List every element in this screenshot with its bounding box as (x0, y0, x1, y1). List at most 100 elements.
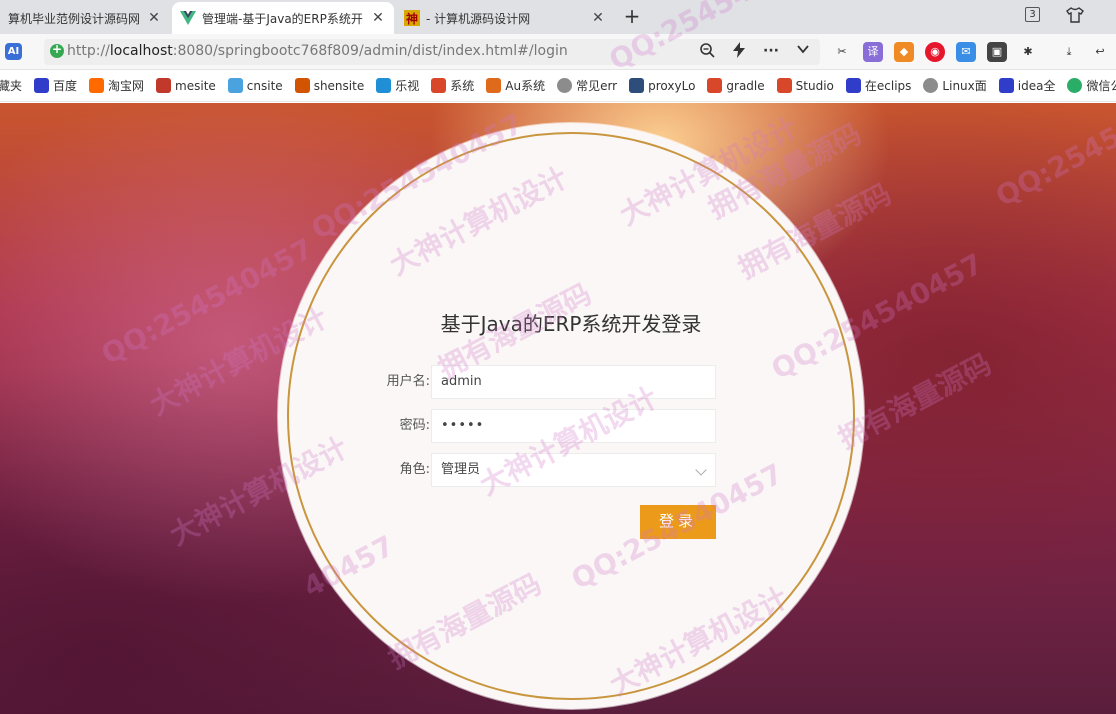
bookmark-item[interactable]: 常见err (557, 77, 617, 94)
tab-label: 管理端-基于Java的ERP系统开 (202, 11, 363, 26)
translate-icon[interactable]: 译 (863, 42, 883, 62)
role-row: 角色: 管理员 (338, 453, 778, 487)
wechat-icon (1067, 78, 1083, 93)
tab-label: 算机毕业范例设计源码网 (8, 11, 140, 26)
bookmarks-bar: 藏夹 百度 淘宝网 mesite cnsite shensite 乐视 系统 Au系统 常见err… (0, 70, 1116, 102)
bookmark-label: Studio (795, 78, 834, 93)
login-button[interactable]: 登录 (640, 505, 716, 539)
bookmark-item[interactable]: 百度 (34, 77, 77, 94)
bookmark-item[interactable]: mesite (156, 78, 216, 93)
password-row: 密码: ••••• (338, 409, 778, 443)
bookmark-item[interactable]: proxyLo (629, 78, 695, 93)
bookmark-label: cnsite (246, 78, 283, 93)
new-tab-button[interactable]: + (620, 5, 644, 27)
bookmark-label: 淘宝网 (108, 79, 145, 93)
lightning-icon[interactable] (730, 42, 748, 60)
tab-count-badge[interactable]: 3 (1025, 7, 1040, 22)
bookmark-item[interactable]: cnsite (227, 78, 283, 93)
bookmark-item[interactable]: Linux面 (923, 77, 987, 94)
bookmark-item[interactable]: 系统 (431, 77, 474, 94)
bookmark-item[interactable]: 藏夹 (0, 77, 22, 94)
mail-icon[interactable]: ✉ (956, 42, 976, 62)
login-panel: 基于Java的ERP系统开发登录 用户名: admin 密码: ••••• 角色… (278, 123, 864, 709)
bookmark-item[interactable]: 微信公 (1067, 77, 1116, 94)
tab-code-site[interactable]: 神 - 计算机源码设计网 ✕ (396, 2, 614, 34)
tab-source-site[interactable]: 算机毕业范例设计源码网 ✕ (0, 2, 170, 34)
bookmark-label: 系统 (450, 79, 475, 93)
username-label: 用户名: (386, 374, 430, 389)
bookmark-item[interactable]: idea全 (998, 77, 1055, 94)
bookmark-label: Linux面 (942, 79, 987, 93)
vue-icon (180, 10, 196, 26)
studio-icon (776, 78, 792, 93)
taobao-icon (89, 78, 105, 93)
bookmark-label: gradle (726, 78, 765, 93)
system-icon (431, 78, 447, 93)
password-label: 密码: (399, 418, 430, 433)
bookmark-label: 乐视 (395, 79, 420, 93)
username-row: 用户名: admin (338, 365, 778, 399)
proxy-icon (629, 78, 645, 93)
bookmark-label: Au系统 (505, 79, 546, 93)
ai-icon[interactable]: AI (5, 43, 22, 60)
tab-erp-admin[interactable]: 管理端-基于Java的ERP系统开 ✕ (172, 2, 394, 34)
bookmark-label: proxyLo (648, 78, 696, 93)
tv-icon (376, 78, 392, 93)
browser-toolbar: AI http://localhost:8080/springbootc768f… (0, 34, 1116, 70)
chevron-down-icon[interactable] (794, 42, 812, 60)
url-path: :8080/springbootc768f809/admin/dist/inde… (172, 43, 568, 59)
role-selected-value: 管理员 (441, 462, 481, 477)
chevron-down-icon[interactable] (695, 464, 707, 476)
more-icon[interactable]: ··· (762, 42, 780, 60)
role-label: 角色: (399, 462, 430, 477)
puzzle-icon[interactable]: ✱ (1018, 42, 1038, 62)
baidu-icon (845, 78, 861, 93)
login-page-background: 基于Java的ERP系统开发登录 用户名: admin 密码: ••••• 角色… (0, 103, 1116, 714)
au-icon (486, 78, 502, 93)
weibo-icon[interactable]: ◉ (925, 42, 945, 62)
cnsite-icon (227, 78, 243, 93)
bookmark-item[interactable]: gradle (707, 78, 765, 93)
secure-icon[interactable] (50, 42, 64, 58)
shensite-icon (294, 78, 310, 93)
zoom-icon[interactable] (698, 42, 716, 60)
bookmark-label: 藏夹 (0, 79, 23, 93)
bookmark-label: 在eclips (864, 79, 912, 93)
bookmark-item[interactable]: 在eclips (845, 77, 912, 94)
url-text[interactable]: http://localhost:8080/springbootc768f809… (67, 43, 568, 59)
browser-tab-strip: 算机毕业范例设计源码网 ✕ 管理端-基于Java的ERP系统开 ✕ 神 - 计算… (0, 0, 1116, 34)
bookmark-label: 百度 (53, 79, 78, 93)
shen-icon: 神 (404, 10, 420, 26)
download-icon[interactable]: ⤓ (1059, 42, 1079, 62)
password-input[interactable]: ••••• (431, 409, 716, 443)
bookmark-item[interactable]: Studio (776, 78, 834, 93)
bookmark-label: shensite (313, 78, 365, 93)
role-select[interactable]: 管理员 (431, 453, 716, 487)
page-title: 基于Java的ERP系统开发登录 (440, 312, 702, 336)
collection-icon[interactable]: ▣ (987, 42, 1007, 62)
globe-icon (557, 78, 573, 93)
bookmark-label: 常见err (576, 79, 618, 93)
url-scheme: http:// (67, 43, 110, 59)
bookmark-item[interactable]: 淘宝网 (89, 77, 144, 94)
shirt-icon[interactable] (1066, 6, 1084, 24)
bookmark-label: 微信公 (1086, 79, 1116, 93)
baidu-icon (998, 78, 1014, 93)
bookmark-item[interactable]: 乐视 (376, 77, 419, 94)
close-icon[interactable]: ✕ (146, 10, 162, 26)
baidu-icon (34, 78, 50, 93)
game-icon[interactable]: ◆ (894, 42, 914, 62)
bookmark-label: mesite (175, 78, 216, 93)
bookmark-item[interactable]: Au系统 (486, 77, 545, 94)
tab-label: - 计算机源码设计网 (426, 11, 531, 26)
back-icon[interactable]: ↩ (1090, 42, 1110, 62)
mesite-icon (156, 78, 172, 93)
url-host: localhost (109, 43, 173, 59)
address-bar[interactable]: http://localhost:8080/springbootc768f809… (44, 39, 820, 65)
gradle-icon (707, 78, 723, 93)
username-input[interactable]: admin (431, 365, 716, 399)
close-icon[interactable]: ✕ (370, 10, 386, 26)
bookmark-item[interactable]: shensite (294, 78, 365, 93)
scissors-icon[interactable]: ✂ (832, 42, 852, 62)
close-icon[interactable]: ✕ (590, 10, 606, 26)
